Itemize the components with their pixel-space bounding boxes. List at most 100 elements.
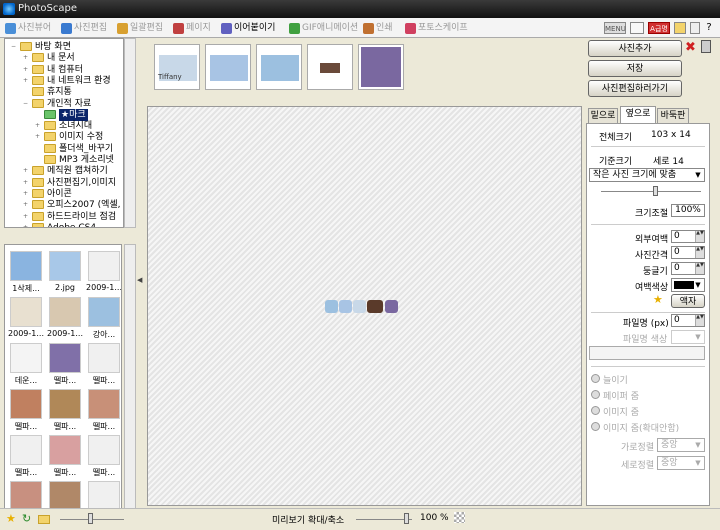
tab-6[interactable]: 인쇄 bbox=[362, 20, 393, 37]
expand-icon[interactable]: + bbox=[35, 134, 41, 140]
checker-icon[interactable] bbox=[454, 512, 465, 523]
expand-icon[interactable] bbox=[35, 112, 41, 118]
tree-scrollbar[interactable] bbox=[124, 38, 136, 228]
thumbnail-item[interactable]: 2009-1... bbox=[47, 295, 83, 343]
expand-icon[interactable] bbox=[23, 89, 29, 95]
expand-icon[interactable]: + bbox=[23, 168, 29, 174]
tab-7[interactable]: 포토스케이프 bbox=[404, 20, 468, 37]
thumbnail-item[interactable]: 뗄파... bbox=[47, 341, 83, 389]
expand-icon[interactable]: + bbox=[23, 66, 29, 73]
thumbnail-item[interactable] bbox=[47, 479, 83, 509]
round-input[interactable]: 0 ▲▼ bbox=[671, 262, 705, 275]
thumbnail-item[interactable] bbox=[8, 479, 44, 509]
copy-icon[interactable] bbox=[690, 22, 700, 34]
window-button[interactable] bbox=[630, 22, 644, 34]
filename-size-input[interactable]: 0 ▲▼ bbox=[671, 314, 705, 327]
thumbnail-item[interactable]: 강아... bbox=[86, 295, 121, 343]
expand-icon[interactable] bbox=[35, 157, 41, 163]
badge-button[interactable]: A급명 bbox=[648, 22, 670, 34]
round-label: 둥글기 bbox=[643, 267, 668, 277]
thumbnail-item[interactable]: 2009-1... bbox=[8, 295, 44, 343]
go-edit-button[interactable]: 사진편집하러가기 bbox=[588, 80, 682, 97]
expand-icon[interactable] bbox=[35, 146, 41, 152]
fit-mode-radio[interactable] bbox=[591, 374, 600, 383]
filename-text-input[interactable] bbox=[589, 346, 705, 360]
expand-icon[interactable]: − bbox=[11, 44, 17, 50]
expand-icon[interactable]: + bbox=[23, 190, 29, 197]
valign-select[interactable]: 중앙 ▼ bbox=[657, 456, 705, 470]
folder-icon[interactable] bbox=[674, 22, 686, 34]
trash-icon[interactable] bbox=[701, 40, 711, 53]
fit-option-select[interactable]: 작은 사진 크기에 맞춤 ▼ bbox=[589, 168, 705, 182]
strip-photo-image bbox=[320, 63, 340, 73]
expand-icon[interactable]: + bbox=[23, 179, 29, 186]
layout-tab[interactable]: 밑으로 bbox=[588, 108, 618, 123]
frame-button[interactable]: 액자 bbox=[671, 294, 705, 308]
strip-photo[interactable] bbox=[256, 44, 302, 90]
halign-label: 가로정렬 bbox=[621, 443, 655, 453]
expand-icon[interactable]: + bbox=[23, 77, 29, 84]
thumbnail-item[interactable]: 뗄파... bbox=[47, 387, 83, 435]
star-icon[interactable]: ★ bbox=[6, 512, 16, 525]
tab-1[interactable]: 사진편집 bbox=[60, 20, 107, 37]
thumbnail-item[interactable]: 뗄파... bbox=[86, 433, 121, 481]
folder-icon bbox=[32, 200, 44, 210]
expand-icon[interactable]: + bbox=[23, 202, 29, 208]
thumbnail-item[interactable]: 뗄파... bbox=[47, 433, 83, 481]
collapse-panel-icon[interactable]: ◀ bbox=[137, 276, 145, 286]
size-slider[interactable] bbox=[601, 191, 701, 192]
thumbnail-item[interactable]: 뗄파... bbox=[8, 433, 44, 481]
tab-0[interactable]: 사진뷰어 bbox=[4, 20, 51, 37]
options-panel: 전체크기 103 x 14 기준크기 세로 14 작은 사진 크기에 맞춤 ▼ 크… bbox=[586, 123, 710, 506]
layout-tab[interactable]: 옆으로 bbox=[620, 106, 656, 123]
refresh-icon[interactable]: ↻ bbox=[22, 512, 31, 525]
strip-photo[interactable]: Tiffany bbox=[154, 44, 200, 90]
expand-icon[interactable]: − bbox=[23, 100, 29, 107]
add-photo-button[interactable]: 사진추가 bbox=[588, 40, 682, 57]
top-right-tools: MENU A급명 ? bbox=[604, 20, 714, 36]
expand-icon[interactable]: + bbox=[23, 224, 29, 227]
tab-5[interactable]: GIF애니메이션 bbox=[288, 20, 358, 37]
thumbnail-item[interactable]: 2.jpg bbox=[47, 249, 83, 297]
outer-margin-input[interactable]: 0 ▲▼ bbox=[671, 230, 705, 243]
halign-select[interactable]: 중앙 ▼ bbox=[657, 438, 705, 452]
fit-mode-radio[interactable] bbox=[591, 422, 600, 431]
tab-2[interactable]: 일괄편집 bbox=[116, 20, 163, 37]
folder-icon bbox=[20, 42, 32, 51]
thumbnail-image bbox=[88, 435, 120, 465]
tab-3[interactable]: 페이지 bbox=[172, 20, 211, 37]
strip-photo[interactable] bbox=[358, 44, 404, 90]
layout-tab[interactable]: 바둑판 bbox=[657, 108, 689, 123]
save-button[interactable]: 저장 bbox=[588, 60, 682, 77]
expand-icon[interactable]: + bbox=[35, 123, 41, 129]
thumbnail-size-thumb[interactable] bbox=[88, 513, 93, 524]
preview-zoom-thumb[interactable] bbox=[404, 513, 409, 524]
thumbnail-item[interactable]: 뗄파... bbox=[86, 387, 121, 435]
thumbnail-item[interactable]: 데운... bbox=[8, 341, 44, 389]
thumbnail-scrollbar[interactable] bbox=[124, 244, 136, 510]
tab-4[interactable]: 이어붙이기 bbox=[220, 20, 275, 37]
filename-color-picker[interactable]: ▼ bbox=[671, 330, 705, 344]
menu-button[interactable]: MENU bbox=[604, 22, 626, 34]
thumbnail-item[interactable]: 1삭제... bbox=[8, 249, 44, 297]
remove-icon[interactable]: ✖ bbox=[685, 40, 696, 55]
expand-icon[interactable]: + bbox=[23, 213, 29, 220]
strip-photo[interactable] bbox=[205, 44, 251, 90]
thumbnail-item[interactable]: 뗄파... bbox=[8, 387, 44, 435]
thumbnail-item[interactable]: 2009-1... bbox=[86, 249, 121, 297]
thumbnail-item[interactable]: 뗄파... bbox=[86, 341, 121, 389]
tree-node-label: 폴더색_바꾸기 bbox=[59, 143, 114, 154]
folder-icon[interactable] bbox=[38, 515, 50, 524]
fit-mode-radio[interactable] bbox=[591, 406, 600, 415]
spacing-input[interactable]: 0 ▲▼ bbox=[671, 246, 705, 259]
zoom-input[interactable]: 100% bbox=[671, 204, 705, 217]
fit-mode-radio[interactable] bbox=[591, 390, 600, 399]
strip-photo[interactable] bbox=[307, 44, 353, 90]
divider bbox=[591, 146, 705, 147]
thumbnail-item[interactable] bbox=[86, 479, 121, 509]
size-slider-thumb[interactable] bbox=[653, 186, 658, 196]
help-button[interactable]: ? bbox=[704, 22, 714, 34]
folder-icon bbox=[32, 188, 44, 198]
expand-icon[interactable]: + bbox=[23, 55, 29, 61]
margin-color-picker[interactable]: ▼ bbox=[671, 278, 705, 292]
